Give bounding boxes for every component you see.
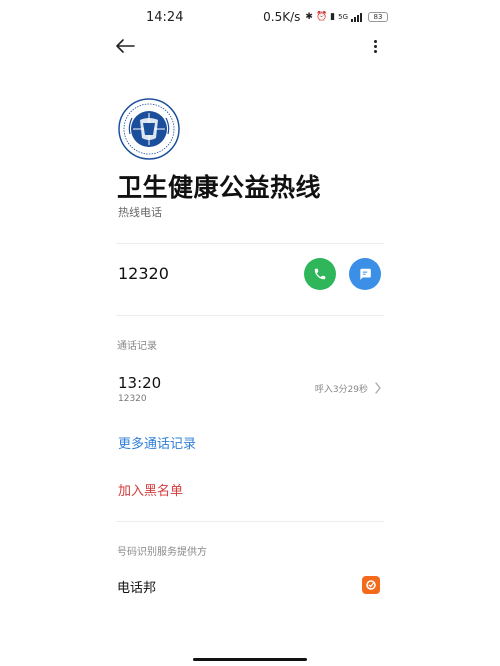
- chevron-right-icon: [375, 382, 381, 394]
- call-duration: 呼入3分29秒: [314, 385, 368, 395]
- status-time: 14:24: [146, 10, 184, 25]
- dianhuabang-logo-icon[interactable]: [362, 576, 380, 594]
- call-number: 12320: [118, 394, 147, 404]
- top-bar: [0, 30, 500, 60]
- divider: [116, 243, 384, 244]
- silent-icon: ▮: [330, 12, 336, 22]
- network-type: 5G: [338, 13, 348, 21]
- phone-number[interactable]: 12320: [118, 264, 169, 283]
- more-vertical-icon: [373, 39, 377, 43]
- add-to-blacklist-button[interactable]: 加入黑名单: [118, 480, 183, 499]
- battery-icon: 83: [368, 12, 388, 22]
- call-history-label: 通话记录: [117, 341, 157, 352]
- signal-icon: [351, 12, 362, 22]
- divider: [116, 521, 384, 522]
- provider-section-label: 号码识别服务提供方: [117, 547, 207, 558]
- contact-subtitle: 热线电话: [118, 206, 162, 219]
- call-button[interactable]: [304, 258, 336, 290]
- home-indicator[interactable]: [193, 658, 307, 661]
- bluetooth-icon: ✱: [305, 12, 313, 22]
- message-button[interactable]: [349, 258, 381, 290]
- call-log-entry[interactable]: 13:20 12320 呼入3分29秒: [116, 368, 386, 408]
- provider-name: 电话邦: [117, 581, 157, 596]
- net-speed: 0.5K/s: [263, 10, 301, 24]
- back-button[interactable]: [112, 34, 138, 58]
- phone-icon: [314, 268, 326, 280]
- status-bar: 14:24 0.5K/s ✱ ⏰ ▮ 5G 83: [0, 0, 500, 34]
- alarm-icon: ⏰: [315, 12, 328, 22]
- contact-name: 卫生健康公益热线: [117, 173, 322, 202]
- divider: [116, 315, 384, 316]
- contact-avatar: [118, 98, 180, 160]
- status-icons: 0.5K/s ✱ ⏰ ▮ 5G 83: [263, 10, 388, 24]
- message-icon: [360, 268, 371, 280]
- call-time: 13:20: [118, 374, 162, 392]
- more-options-button[interactable]: [362, 34, 388, 58]
- more-call-records-link[interactable]: 更多通话记录: [118, 433, 196, 452]
- arrow-left-icon: [116, 39, 135, 53]
